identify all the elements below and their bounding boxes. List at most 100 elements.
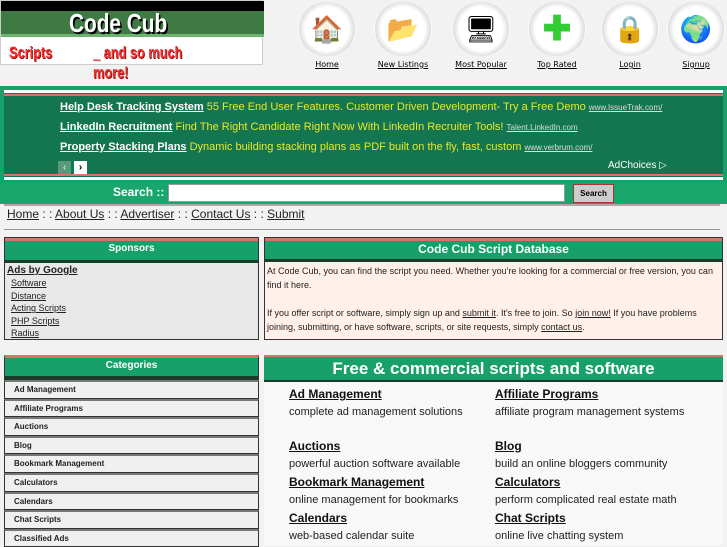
nav-top-rated[interactable]: ✚ Top Rated: [527, 2, 587, 69]
search-bar: Search :: Search: [0, 182, 727, 204]
search-input[interactable]: [168, 184, 565, 202]
category-desc: online management for bookmarks: [289, 494, 459, 506]
nav-most-popular[interactable]: 🖥 Most Popular: [451, 2, 511, 69]
link-contact-us[interactable]: Contact Us: [191, 207, 250, 221]
text: If you offer script or software, simply …: [267, 308, 463, 318]
ad-text: 55 Free End User Features. Customer Driv…: [206, 101, 586, 113]
site-logo[interactable]: Code Cub Scripts _ and so much more!: [0, 0, 264, 82]
ad-title-link[interactable]: LinkedIn Recruitment: [60, 121, 172, 133]
nav-top-rated-link[interactable]: Top Rated: [527, 60, 587, 69]
category-link[interactable]: Blog: [495, 438, 700, 454]
plus-icon: ✚: [528, 2, 586, 56]
category-desc: online live chatting system: [495, 530, 624, 542]
script-category: Auctions powerful auction software availa…: [289, 438, 494, 472]
ad-text: Dynamic building stacking plans as PDF b…: [189, 141, 522, 153]
join-now-link[interactable]: join now!: [575, 308, 611, 318]
category-item[interactable]: Calculators: [4, 472, 259, 492]
ad-item: Property Stacking Plans Dynamic building…: [60, 141, 592, 153]
ad-item: LinkedIn Recruitment Find The Right Cand…: [60, 121, 578, 133]
script-database-box: Code Cub Script Database At Code Cub, yo…: [264, 237, 723, 340]
nav-new-listings[interactable]: 📂 New Listings: [373, 2, 433, 69]
nav-most-popular-link[interactable]: Most Popular: [451, 60, 511, 69]
divider: [4, 204, 720, 206]
sponsor-link[interactable]: Acting Scripts: [11, 302, 256, 315]
category-link[interactable]: Auctions: [289, 438, 494, 454]
category-item[interactable]: Calendars: [4, 491, 259, 511]
ad-title-link[interactable]: Property Stacking Plans: [60, 141, 187, 153]
sponsor-link[interactable]: Radius: [11, 327, 256, 340]
categories-box: Categories Ad Management Affiliate Progr…: [4, 355, 259, 547]
logo-sub: Scripts: [9, 43, 53, 62]
adchoices-link[interactable]: AdChoices ▷: [608, 160, 667, 171]
nav-home-link[interactable]: Home: [297, 60, 357, 69]
link-submit[interactable]: Submit: [267, 207, 304, 221]
category-desc: affiliate program management systems: [495, 406, 685, 418]
script-category: Chat Scripts online live chatting system: [495, 510, 700, 544]
text: .: [582, 322, 585, 332]
nav-login[interactable]: 🔒 Login: [600, 2, 660, 69]
sponsor-link[interactable]: Software: [11, 277, 256, 290]
join-text: If you offer script or software, simply …: [267, 306, 720, 334]
text: . It's free to join. So: [495, 308, 576, 318]
category-desc: build an online bloggers community: [495, 458, 668, 470]
nav-signup-link[interactable]: Signup: [666, 60, 726, 69]
contact-us-link[interactable]: contact us: [541, 322, 582, 332]
sponsor-link[interactable]: Distance: [11, 290, 256, 303]
category-desc: web-based calendar suite: [289, 530, 415, 542]
sponsors-header: Sponsors: [5, 238, 258, 263]
ad-banner: Help Desk Tracking System 55 Free End Us…: [4, 90, 723, 180]
nav-new-listings-link[interactable]: New Listings: [373, 60, 433, 69]
top-links: Home : : About Us : : Advertiser : : Con…: [7, 207, 305, 221]
link-about-us[interactable]: About Us: [55, 207, 104, 221]
scripts-grid: Ad Management complete ad management solu…: [264, 382, 723, 545]
category-desc: perform complicated real estate math: [495, 494, 677, 506]
free-scripts-header: Free & commercial scripts and software: [264, 355, 723, 382]
submit-it-link[interactable]: submit it: [462, 308, 496, 318]
ad-url[interactable]: www.verbrum.com/: [524, 143, 592, 152]
script-category: Ad Management complete ad management solu…: [289, 386, 494, 420]
script-category: Affiliate Programs affiliate program mana…: [495, 386, 700, 420]
category-item[interactable]: Ad Management: [4, 380, 259, 399]
category-link[interactable]: Calendars: [289, 510, 494, 526]
ad-title-link[interactable]: Help Desk Tracking System: [60, 101, 204, 113]
search-label: Search ::: [113, 185, 165, 199]
link-home[interactable]: Home: [7, 207, 39, 221]
category-item[interactable]: Auctions: [4, 417, 259, 436]
category-link[interactable]: Chat Scripts: [495, 510, 700, 526]
divider: [4, 229, 720, 230]
logo-title: Code Cub: [69, 8, 168, 38]
ads-by-google-link[interactable]: Ads by Google: [7, 264, 256, 277]
category-item[interactable]: Chat Scripts: [4, 510, 259, 529]
category-link[interactable]: Calculators: [495, 474, 700, 490]
link-advertiser[interactable]: Advertiser: [120, 207, 174, 221]
house-icon: 🏠: [298, 2, 356, 56]
logo-tagline: _ and so much more!: [93, 43, 183, 82]
category-link[interactable]: Affiliate Programs: [495, 386, 700, 402]
category-link[interactable]: Ad Management: [289, 386, 494, 402]
category-desc: powerful auction software available: [289, 458, 461, 470]
sponsor-link[interactable]: PHP Scripts: [11, 315, 256, 328]
script-category: Bookmark Management online management for…: [289, 474, 494, 508]
category-desc: complete ad management solutions: [289, 406, 463, 418]
script-category: Calendars web-based calendar suite: [289, 510, 494, 544]
nav-signup[interactable]: 🌍 Signup: [666, 2, 726, 69]
next-arrow-icon[interactable]: ›: [74, 161, 87, 174]
nav-login-link[interactable]: Login: [600, 60, 660, 69]
categories-header: Categories: [4, 355, 259, 380]
search-button[interactable]: Search: [573, 184, 614, 203]
ad-item: Help Desk Tracking System 55 Free End Us…: [60, 101, 662, 113]
monitor-icon: 🖥: [452, 2, 510, 56]
intro-text: At Code Cub, you can find the script you…: [267, 266, 713, 290]
prev-arrow-icon[interactable]: ‹: [58, 161, 71, 174]
globe-icon: 🌍: [667, 2, 725, 56]
script-category: Calculators perform complicated real esta…: [495, 474, 700, 508]
category-item[interactable]: Blog: [4, 435, 259, 455]
category-item[interactable]: Affiliate Programs: [4, 398, 259, 418]
category-item[interactable]: Classified Ads: [4, 528, 259, 547]
database-header: Code Cub Script Database: [265, 238, 722, 262]
nav-home[interactable]: 🏠 Home: [297, 2, 357, 69]
ad-url[interactable]: www.IssueTrak.com/: [589, 103, 663, 112]
category-item[interactable]: Bookmark Management: [4, 454, 259, 473]
category-link[interactable]: Bookmark Management: [289, 474, 494, 490]
ad-url[interactable]: Talent.LinkedIn.com: [507, 123, 578, 132]
